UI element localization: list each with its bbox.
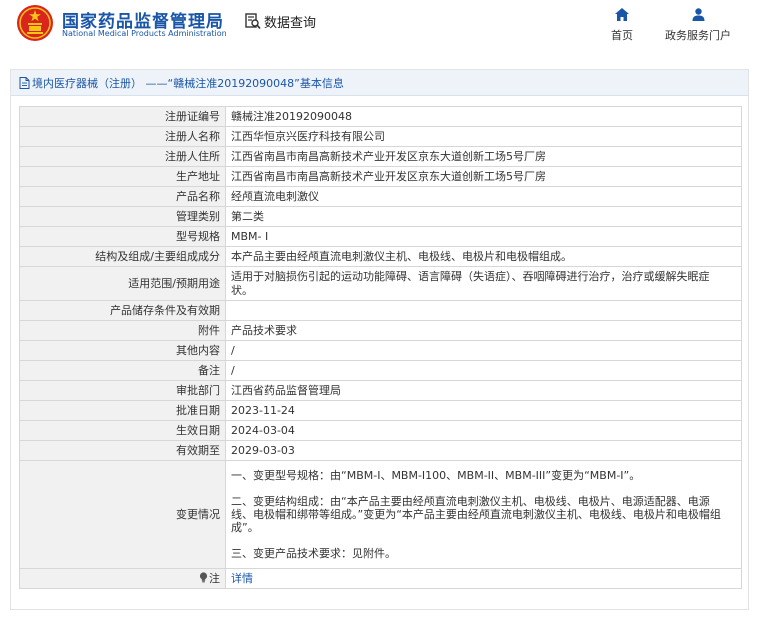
field-label: 管理类别 [19, 206, 226, 227]
table-row: 附件 产品技术要求 [19, 320, 742, 341]
field-value: 赣械注准20192090048 [225, 106, 742, 127]
table-row: 批准日期 2023-11-24 [19, 400, 742, 421]
field-label: 其他内容 [19, 340, 226, 361]
field-label: 审批部门 [19, 380, 226, 401]
details-link[interactable]: 详情 [231, 572, 253, 585]
data-query-link[interactable]: 数据查询 [245, 12, 317, 31]
nav-portal-label: 政务服务门户 [665, 29, 731, 42]
field-value: 2029-03-03 [225, 440, 742, 461]
field-label: 批准日期 [19, 400, 226, 421]
field-value: 适用于对脑损伤引起的运动功能障碍、语言障碍（失语症）、吞咽障碍进行治疗，治疗或缓… [225, 266, 742, 301]
national-emblem-icon [17, 5, 53, 41]
field-label: 生效日期 [19, 420, 226, 441]
field-label: 生产地址 [19, 166, 226, 187]
table-row: 审批部门 江西省药品监督管理局 [19, 380, 742, 401]
field-value [225, 300, 742, 321]
nav-home-label: 首页 [611, 29, 633, 42]
user-icon [692, 8, 704, 21]
field-label: 注册证编号 [19, 106, 226, 127]
field-value: / [225, 360, 742, 381]
field-label: 附件 [19, 320, 226, 341]
field-value: 产品技术要求 [225, 320, 742, 341]
field-value: MBM- I [225, 226, 742, 247]
field-value: 江西省南昌市南昌高新技术产业开发区京东大道创新工场5号厂房 [225, 146, 742, 167]
org-name-en: National Medical Products Administration [62, 29, 227, 38]
note-value: 详情 [225, 568, 742, 589]
table-row: 注册人住所 江西省南昌市南昌高新技术产业开发区京东大道创新工场5号厂房 [19, 146, 742, 167]
field-label: 型号规格 [19, 226, 226, 247]
field-value: 第二类 [225, 206, 742, 227]
search-document-icon [245, 12, 261, 29]
home-icon [615, 8, 629, 21]
note-label-cell: 注 [19, 568, 226, 589]
note-label: 注 [209, 571, 220, 585]
field-label: 结构及组成/主要组成成分 [19, 246, 226, 267]
field-label: 注册人住所 [19, 146, 226, 167]
field-label: 注册人名称 [19, 126, 226, 147]
table-row-changes: 变更情况 一、变更型号规格：由“MBM-I、MBM-I100、MBM-II、MB… [19, 460, 742, 569]
field-label: 适用范围/预期用途 [19, 266, 226, 301]
table-row: 生效日期 2024-03-04 [19, 420, 742, 441]
data-query-label: 数据查询 [264, 15, 317, 31]
nav-gov-service-portal[interactable]: 政务服务门户 [656, 8, 740, 43]
table-row: 适用范围/预期用途 适用于对脑损伤引起的运动功能障碍、语言障碍（失语症）、吞咽障碍… [19, 266, 742, 301]
table-row: 备注 / [19, 360, 742, 381]
table-row: 产品储存条件及有效期 [19, 300, 742, 321]
field-value: 江西省南昌市南昌高新技术产业开发区京东大道创新工场5号厂房 [225, 166, 742, 187]
field-value: 江西省药品监督管理局 [225, 380, 742, 401]
table-row: 注册人名称 江西华恒京兴医疗科技有限公司 [19, 126, 742, 147]
field-label: 备注 [19, 360, 226, 381]
registration-info-table: 注册证编号 赣械注准20192090048 注册人名称 江西华恒京兴医疗科技有限公司… [19, 106, 742, 589]
field-label: 有效期至 [19, 440, 226, 461]
nav-home[interactable]: 首页 [602, 8, 642, 43]
table-row: 生产地址 江西省南昌市南昌高新技术产业开发区京东大道创新工场5号厂房 [19, 166, 742, 187]
table-row: 产品名称 经颅直流电刺激仪 [19, 186, 742, 207]
change-item: 三、变更产品技术要求：见附件。 [231, 547, 396, 560]
changes-value: 一、变更型号规格：由“MBM-I、MBM-I100、MBM-II、MBM-III… [225, 460, 742, 569]
field-value: 本产品主要由经颅直流电刺激仪主机、电极线、电极片和电极帽组成。 [225, 246, 742, 267]
field-value: 经颅直流电刺激仪 [225, 186, 742, 207]
change-item: 一、变更型号规格：由“MBM-I、MBM-I100、MBM-II、MBM-III… [231, 469, 641, 482]
table-row: 注册证编号 赣械注准20192090048 [19, 106, 742, 127]
field-value: / [225, 340, 742, 361]
table-row-note: 注 详情 [19, 568, 742, 589]
site-header: 国家药品监督管理局 National Medical Products Admi… [0, 0, 760, 56]
field-label: 产品储存条件及有效期 [19, 300, 226, 321]
table-row: 其他内容 / [19, 340, 742, 361]
table-row: 结构及组成/主要组成成分 本产品主要由经颅直流电刺激仪主机、电极线、电极片和电极帽… [19, 246, 742, 267]
change-item: 二、变更结构组成：由“本产品主要由经颅直流电刺激仪主机、电极线、电极片、电源适配… [231, 495, 721, 534]
lightbulb-icon [199, 571, 208, 582]
table-row: 型号规格 MBM- I [19, 226, 742, 247]
table-row: 有效期至 2029-03-03 [19, 440, 742, 461]
changes-label: 变更情况 [19, 460, 226, 569]
document-icon [19, 76, 30, 89]
field-value: 2023-11-24 [225, 400, 742, 421]
field-label: 产品名称 [19, 186, 226, 207]
table-row: 管理类别 第二类 [19, 206, 742, 227]
panel-titlebar: 境内医疗器械（注册） ——“赣械注准20192090048”基本信息 [11, 70, 748, 96]
panel-title: 境内医疗器械（注册） ——“赣械注准20192090048”基本信息 [32, 76, 344, 90]
field-value: 江西华恒京兴医疗科技有限公司 [225, 126, 742, 147]
detail-panel: 境内医疗器械（注册） ——“赣械注准20192090048”基本信息 注册证编号… [10, 69, 749, 610]
field-value: 2024-03-04 [225, 420, 742, 441]
